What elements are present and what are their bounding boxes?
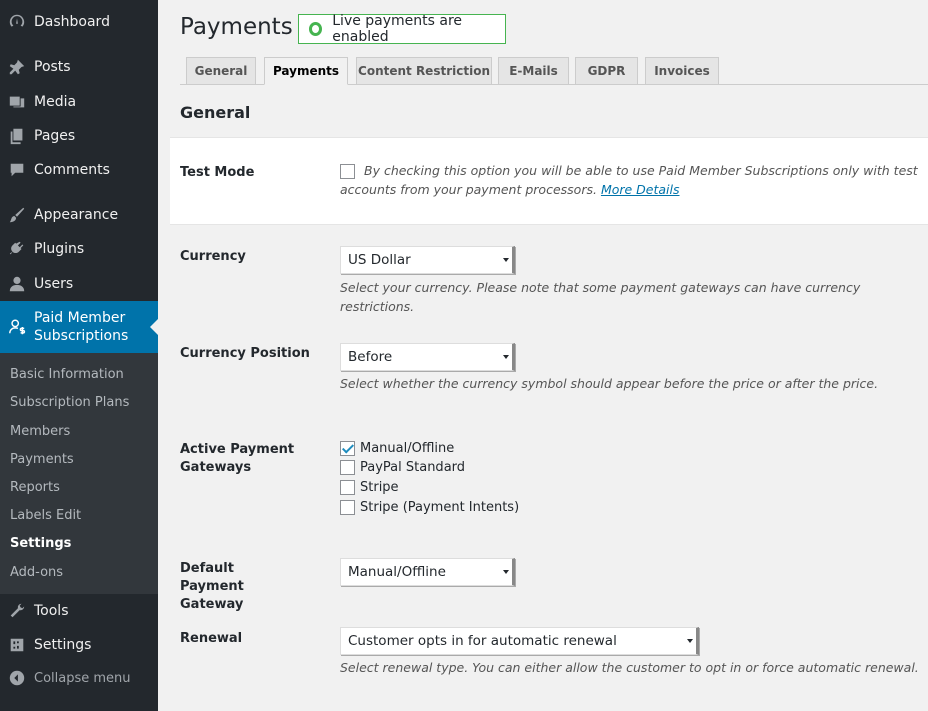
- currency-position-select[interactable]: Before: [340, 343, 515, 371]
- gateway-manual-label: Manual/Offline: [360, 441, 455, 456]
- menu-media[interactable]: Media: [0, 85, 158, 119]
- currency-select[interactable]: US Dollar: [340, 246, 515, 274]
- submenu-reports[interactable]: Reports: [10, 480, 60, 495]
- submenu-settings[interactable]: Settings: [10, 536, 71, 551]
- tab-content-restriction[interactable]: Content Restriction: [356, 57, 492, 85]
- submenu-add-ons[interactable]: Add-ons: [10, 565, 63, 580]
- section-title: General: [180, 103, 251, 122]
- menu-posts-label: Posts: [34, 59, 71, 75]
- renewal-select[interactable]: Customer opts in for automatic renewal: [340, 627, 699, 655]
- currency-position-value: Before: [348, 349, 393, 365]
- menu-comments-label: Comments: [34, 162, 110, 178]
- page-title: Payments: [180, 14, 293, 40]
- pin-icon: [0, 58, 34, 76]
- default-gateway-label: Default Payment Gateway: [180, 561, 244, 612]
- menu-users[interactable]: Users: [0, 267, 158, 301]
- collapse-menu-button[interactable]: Collapse menu: [0, 661, 158, 695]
- menu-paid-member-subscriptions[interactable]: Paid Member Subscriptions: [0, 301, 158, 353]
- currency-position-caret-icon: [503, 355, 509, 359]
- tab-invoices[interactable]: Invoices: [645, 57, 719, 85]
- wrench-icon: [0, 602, 34, 620]
- active-menu-arrow: [150, 319, 158, 335]
- settings-sliders-icon: [0, 636, 34, 654]
- currency-label: Currency: [180, 249, 246, 264]
- menu-pages[interactable]: Pages: [0, 119, 158, 153]
- gateway-stripe-intents[interactable]: Stripe (Payment Intents): [340, 500, 519, 515]
- pms-submenu: Basic Information Subscription Plans Mem…: [0, 353, 158, 594]
- gateway-manual-checkbox[interactable]: [340, 441, 355, 456]
- live-payments-text: Live payments are enabled: [332, 13, 463, 45]
- menu-pms-label: Paid Member Subscriptions: [34, 310, 129, 344]
- dashboard-icon: [0, 13, 34, 31]
- member-dollar-icon: [0, 318, 34, 336]
- gateway-stripe-label: Stripe: [360, 480, 399, 495]
- tab-general[interactable]: General: [186, 57, 256, 85]
- brush-icon: [0, 206, 34, 224]
- admin-sidebar: Dashboard Posts Media Pages Comments App…: [0, 0, 158, 711]
- gateway-manual-offline[interactable]: Manual/Offline: [340, 441, 454, 456]
- renewal-description: Select renewal type. You can either allo…: [340, 660, 919, 675]
- menu-settings[interactable]: Settings: [0, 628, 158, 662]
- currency-position-label: Currency Position: [180, 346, 310, 361]
- menu-tools-label: Tools: [34, 603, 69, 619]
- menu-appearance-label: Appearance: [34, 207, 119, 223]
- currency-description: Select your currency. Please note that s…: [340, 280, 861, 314]
- menu-tools[interactable]: Tools: [0, 594, 158, 628]
- renewal-label: Renewal: [180, 631, 243, 646]
- test-mode-description: By checking this option you will be able…: [340, 161, 925, 199]
- currency-value: US Dollar: [348, 252, 411, 268]
- user-icon: [0, 275, 34, 293]
- submenu-subscription-plans[interactable]: Subscription Plans: [10, 395, 129, 410]
- collapse-menu-label: Collapse menu: [34, 670, 131, 686]
- gateway-paypal-checkbox[interactable]: [340, 460, 355, 475]
- menu-appearance[interactable]: Appearance: [0, 198, 158, 232]
- menu-settings-label: Settings: [34, 637, 92, 653]
- menu-pages-label: Pages: [34, 128, 76, 144]
- menu-media-label: Media: [34, 94, 77, 110]
- menu-dashboard[interactable]: Dashboard: [0, 5, 158, 39]
- gateway-paypal-label: PayPal Standard: [360, 460, 466, 475]
- submenu-labels-edit[interactable]: Labels Edit: [10, 508, 81, 523]
- gateway-stripe[interactable]: Stripe: [340, 480, 399, 495]
- gateway-stripe-intents-label: Stripe (Payment Intents): [360, 500, 520, 515]
- submenu-basic-information[interactable]: Basic Information: [10, 367, 124, 382]
- collapse-arrow-icon: [0, 669, 34, 687]
- tab-payments[interactable]: Payments: [264, 57, 348, 85]
- gateways-label: Active Payment Gateways: [180, 442, 295, 475]
- renewal-caret-icon: [687, 639, 693, 643]
- submenu-members[interactable]: Members: [10, 424, 70, 439]
- plugin-icon: [0, 240, 34, 258]
- renewal-value: Customer opts in for automatic renewal: [348, 633, 617, 649]
- more-details-link[interactable]: More Details: [601, 182, 680, 197]
- menu-dashboard-label: Dashboard: [34, 14, 110, 30]
- default-gateway-caret-icon: [503, 570, 509, 574]
- gateway-paypal-standard[interactable]: PayPal Standard: [340, 460, 465, 475]
- gateway-stripe-intents-checkbox[interactable]: [340, 500, 355, 515]
- menu-plugins-label: Plugins: [34, 241, 85, 257]
- menu-users-label: Users: [34, 276, 74, 292]
- main-content: Payments Live payments are enabled Gener…: [158, 0, 928, 711]
- comment-icon: [0, 161, 34, 179]
- test-mode-label: Test Mode: [180, 165, 255, 180]
- tab-gdpr[interactable]: GDPR: [575, 57, 638, 85]
- live-status-icon: [309, 22, 323, 36]
- menu-posts[interactable]: Posts: [0, 50, 158, 84]
- currency-caret-icon: [503, 258, 509, 262]
- pages-icon: [0, 127, 34, 145]
- submenu-payments[interactable]: Payments: [10, 452, 74, 467]
- media-icon: [0, 93, 34, 111]
- default-gateway-select[interactable]: Manual/Offline: [340, 558, 515, 586]
- live-payments-badge: Live payments are enabled: [298, 13, 506, 45]
- currency-position-description: Select whether the currency symbol shoul…: [340, 376, 879, 391]
- menu-plugins[interactable]: Plugins: [0, 232, 158, 266]
- default-gateway-value: Manual/Offline: [348, 564, 446, 580]
- menu-comments[interactable]: Comments: [0, 153, 158, 187]
- tab-e-mails[interactable]: E-Mails: [498, 57, 569, 85]
- gateway-stripe-checkbox[interactable]: [340, 480, 355, 495]
